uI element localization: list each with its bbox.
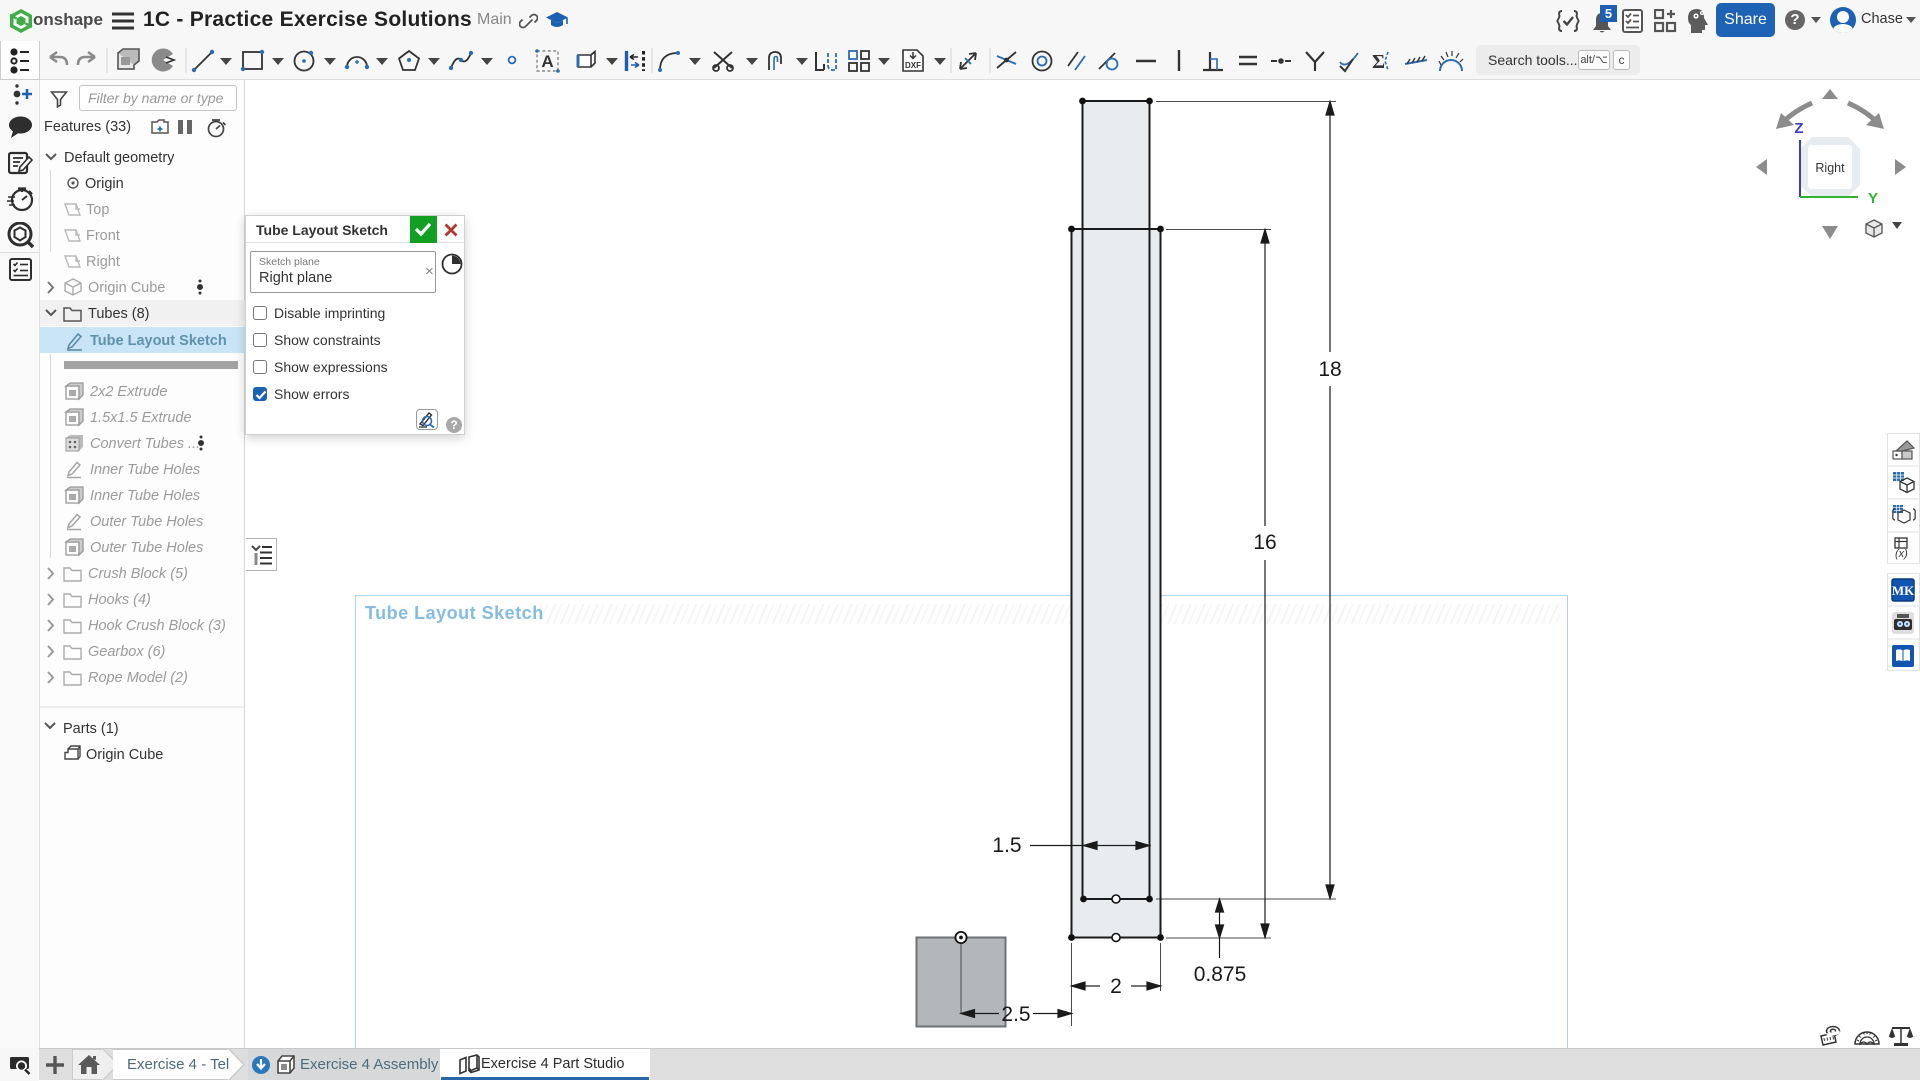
svg-text:Default geometry: Default geometry bbox=[64, 150, 175, 166]
svg-text:Origin Cube: Origin Cube bbox=[88, 280, 165, 296]
svg-text:DXF: DXF bbox=[905, 61, 921, 70]
svg-text:Parts (1): Parts (1) bbox=[63, 721, 119, 737]
svg-text:Right: Right bbox=[86, 254, 120, 270]
svg-text:MK: MK bbox=[1892, 583, 1915, 598]
svg-text:Outer Tube Holes: Outer Tube Holes bbox=[90, 514, 203, 530]
svg-text:0.875: 0.875 bbox=[1194, 963, 1247, 986]
svg-text:(x): (x) bbox=[1895, 548, 1908, 560]
svg-text:2.5: 2.5 bbox=[1001, 1003, 1030, 1026]
svg-text:Right: Right bbox=[1815, 161, 1845, 175]
svg-text:Origin: Origin bbox=[85, 176, 124, 192]
svg-text:Front: Front bbox=[86, 228, 120, 244]
svg-text:Gearbox (6): Gearbox (6) bbox=[88, 644, 165, 660]
svg-text:1.5: 1.5 bbox=[992, 834, 1021, 857]
svg-text:A: A bbox=[541, 52, 553, 71]
svg-text:2: 2 bbox=[1110, 975, 1122, 998]
svg-text:1.5x1.5 Extrude: 1.5x1.5 Extrude bbox=[90, 410, 192, 426]
svg-text:Tubes (8): Tubes (8) bbox=[88, 306, 150, 322]
svg-text:16: 16 bbox=[1253, 531, 1276, 554]
svg-text:Z: Z bbox=[1794, 120, 1803, 137]
svg-text:Origin Cube: Origin Cube bbox=[86, 747, 163, 763]
svg-text:18: 18 bbox=[1318, 358, 1341, 381]
svg-text:Inner Tube Holes: Inner Tube Holes bbox=[90, 462, 200, 478]
svg-text:Hooks (4): Hooks (4) bbox=[88, 592, 151, 608]
svg-text:Y: Y bbox=[1868, 190, 1878, 207]
svg-text:Top: Top bbox=[86, 202, 109, 218]
svg-text:Crush Block (5): Crush Block (5) bbox=[88, 566, 188, 582]
svg-text:Hook Crush Block (3): Hook Crush Block (3) bbox=[88, 618, 226, 634]
svg-text:2x2 Extrude: 2x2 Extrude bbox=[89, 384, 167, 400]
svg-text:Tube Layout Sketch: Tube Layout Sketch bbox=[90, 333, 227, 349]
svg-text:Inner Tube Holes: Inner Tube Holes bbox=[90, 488, 200, 504]
svg-text:Convert Tubes ...: Convert Tubes ... bbox=[90, 436, 200, 452]
svg-text:Rope Model (2): Rope Model (2) bbox=[88, 670, 188, 686]
svg-text:Σ: Σ bbox=[1372, 51, 1385, 73]
svg-text:Outer Tube Holes: Outer Tube Holes bbox=[90, 540, 203, 556]
